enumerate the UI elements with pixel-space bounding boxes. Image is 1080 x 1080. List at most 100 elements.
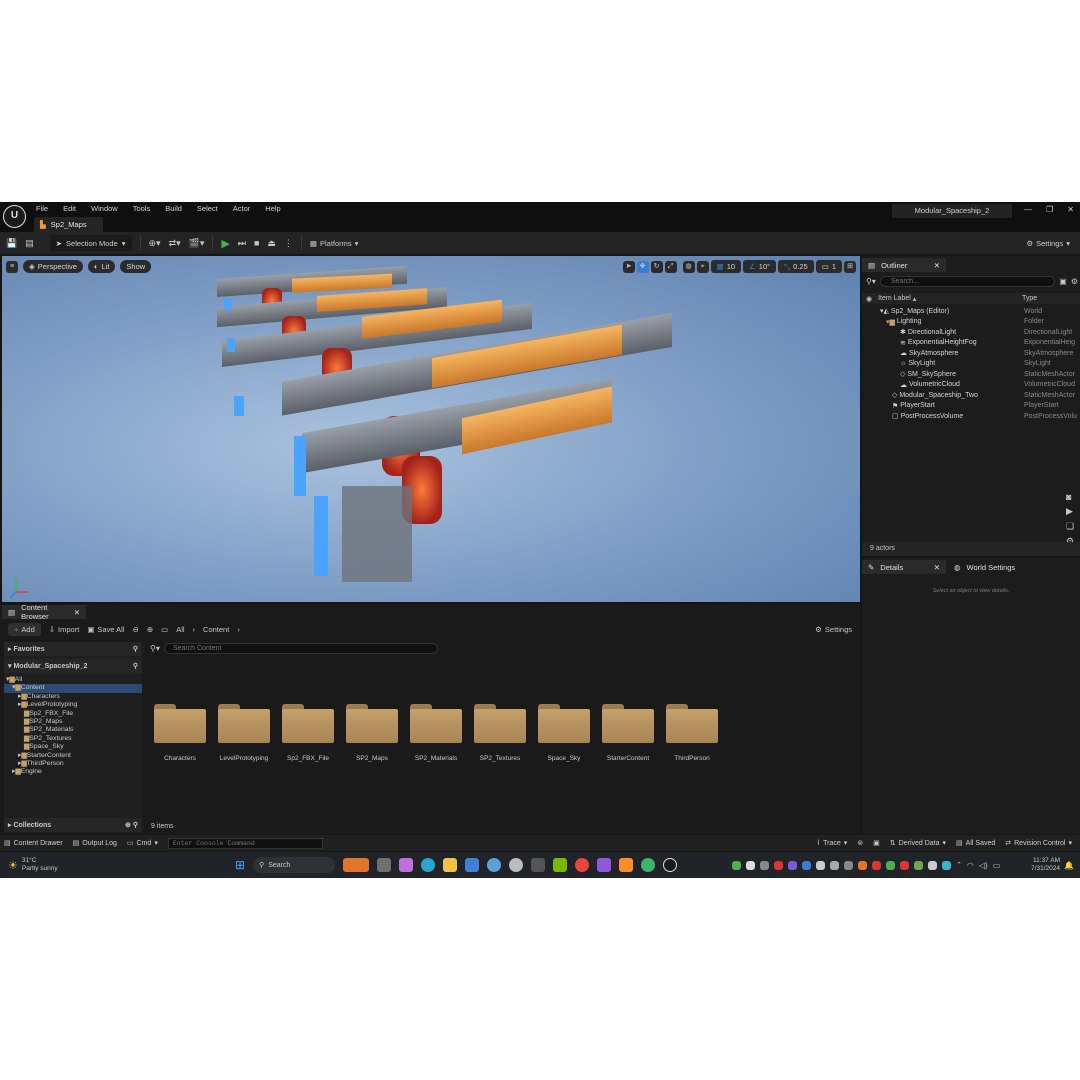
close-tab-icon[interactable]: ✕ [74,608,80,617]
tree-item[interactable]: ▆Space_Sky [4,743,142,751]
output-log-button[interactable]: ▤ Output Log [73,839,117,848]
folder-tile[interactable]: Sp2_FBX_File [278,704,338,762]
col-type[interactable]: Type [1022,295,1037,302]
content-icon[interactable]: ▤ [25,238,34,249]
search-icon[interactable]: ⚲ [133,662,138,670]
tray-icon[interactable] [788,860,797,870]
add-folder-icon[interactable]: ▣ [1059,277,1067,286]
menu-edit[interactable]: Edit [63,204,76,213]
cmd-dropdown[interactable]: ▭ Cmd ▾ [127,839,158,848]
filter-icon[interactable]: ⚲▾ [866,277,876,286]
add-actor-icon[interactable]: ⊕▾ [149,238,161,249]
eye-icon[interactable]: ◉ [866,295,872,303]
folder-icon[interactable]: ▭ [161,625,168,634]
blueprint-icon[interactable]: ⇄▾ [169,238,181,249]
app-icon[interactable] [487,858,502,872]
folder-tile[interactable]: SP2_Textures [470,704,530,762]
battery-icon[interactable]: ▭ [993,861,1001,870]
tree-item[interactable]: ▆Sp2_FBX_File [4,710,142,718]
derived-data-button[interactable]: ⇅ Derived Data ▾ [890,839,946,848]
app-icon[interactable] [531,858,546,872]
menu-window[interactable]: Window [91,204,118,213]
unreal-taskbar-icon[interactable] [663,858,678,872]
platforms-menu[interactable]: ▦ Platforms ▾ [310,239,359,248]
tree-row[interactable]: ▾◭ Sp2_Maps (Editor) World [862,306,1080,317]
content-settings-button[interactable]: ⚙ Settings [815,625,852,634]
task-view-icon[interactable] [377,858,392,872]
wifi-icon[interactable]: ◠ [967,861,974,870]
outliner-search-input[interactable] [879,275,1056,287]
save-all-button[interactable]: ▣ Save All [87,625,124,634]
chevron-up-icon[interactable]: ⌃ [956,861,962,869]
col-item-label[interactable]: Item Label [878,295,911,302]
console-command-input[interactable] [167,837,323,849]
content-browser-tab[interactable]: ▤ Content Browser ✕ [2,603,86,621]
tree-row[interactable]: ☼ SkyLight SkyLight [862,359,1080,370]
forward-icon[interactable]: ⊕ [147,625,153,634]
tree-item[interactable]: ▸▆ThirdPerson [4,760,142,768]
tray-icon[interactable] [872,860,881,870]
level-tab[interactable]: ▙ Sp2_Maps [34,217,103,232]
import-button[interactable]: ⇩ Import [49,625,80,634]
folder-tile[interactable]: StarterContent [598,704,658,762]
tree-item[interactable]: ▆SP2_Materials [4,726,142,734]
tray-icon[interactable] [760,860,769,870]
level-viewport[interactable]: ≡ ◈ Perspective ◐ Lit Show ➤ ✥ ↻ ⤢ ◍ ⌖ ▦ 10… [2,256,860,602]
gear-icon[interactable]: ⚙ [1071,277,1078,286]
tray-icon[interactable] [928,860,937,870]
tree-item-all[interactable]: ▾▆All [4,676,142,684]
search-icon[interactable]: ⚲ [133,645,138,653]
tray-icon[interactable] [774,860,783,870]
content-drawer-button[interactable]: ▤ Content Drawer [4,839,63,848]
favorites-header[interactable]: ▸ Favorites ⚲ [4,642,142,656]
edge-icon[interactable] [421,858,436,872]
close-icon[interactable]: ✕ [1067,205,1074,214]
menu-build[interactable]: Build [165,204,182,213]
outliner-tab[interactable]: ▤ Outliner ✕ [862,258,946,272]
tree-row[interactable]: ▾▆ Lighting Folder [862,317,1080,328]
menu-file[interactable]: File [36,204,48,213]
filter-icon[interactable]: ⚲▾ [150,644,160,653]
menu-actor[interactable]: Actor [233,204,251,213]
taskbar-search[interactable]: ⚲ Search [253,857,336,873]
tree-item[interactable]: ▸▆LevelPrototyping [4,701,142,709]
breadcrumb-all[interactable]: All [176,625,184,634]
folder-tile[interactable]: LevelPrototyping [214,704,274,762]
tray-icon[interactable] [816,860,825,870]
tray-icon[interactable] [886,860,895,870]
tray-icon[interactable] [844,860,853,870]
menu-tools[interactable]: Tools [133,204,151,213]
tray-icon[interactable] [732,860,741,870]
chrome-alt-icon[interactable] [641,858,656,872]
video-icon[interactable]: ▶ [1066,506,1074,517]
sublime-icon[interactable] [619,858,634,872]
save-icon[interactable]: 💾 [6,238,17,249]
tree-item-content[interactable]: ▾▆Content [4,684,142,693]
news-widget-icon[interactable] [343,858,370,872]
tree-item[interactable]: ▆SP2_Textures [4,735,142,743]
play-icon[interactable]: ▶ [221,237,229,250]
all-saved-button[interactable]: ▤ All Saved [956,839,995,848]
add-collection-icon[interactable]: ⊕ [125,822,131,829]
tree-item[interactable]: ▸▆Characters [4,693,142,701]
weather-widget[interactable]: ☀ 31°C Partly sunny [8,857,58,873]
close-tab-icon[interactable]: ✕ [934,261,940,270]
folder-tile[interactable]: Characters [150,704,210,762]
folder-tile[interactable]: SP2_Materials [406,704,466,762]
tree-item[interactable]: ▸▆StarterContent [4,752,142,760]
file-explorer-icon[interactable] [443,858,458,872]
camera-icon[interactable]: ◙ [1066,492,1074,502]
windows-start-icon[interactable]: ⊞ [235,858,245,872]
tree-row[interactable]: ⚑ PlayerStart PlayerStart [862,401,1080,412]
store-icon[interactable] [465,858,480,872]
copilot-icon[interactable] [399,858,414,872]
tree-item[interactable]: ▆SP2_Maps [4,718,142,726]
screenshot-icon[interactable]: ▣ [873,839,880,847]
folder-tile[interactable]: ThirdPerson [662,704,722,762]
tree-item[interactable]: ▸▆Engine [4,768,142,776]
tray-icon[interactable] [914,860,923,870]
tree-row[interactable]: ☁ VolumetricCloud VolumetricCloud [862,380,1080,391]
toolbar-settings[interactable]: ⚙ Settings ▾ [1026,239,1070,248]
breadcrumb-content[interactable]: Content [203,625,229,634]
collections-header[interactable]: ▸ Collections ⊕ ⚲ [4,818,142,832]
